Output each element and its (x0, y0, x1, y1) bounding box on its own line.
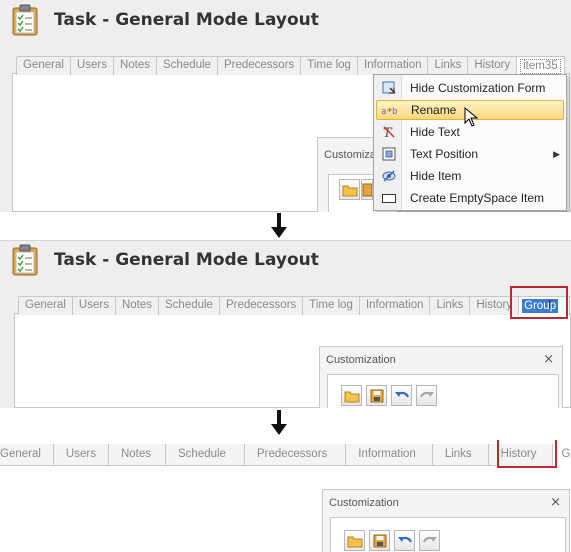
open-folder-button[interactable] (339, 179, 360, 200)
customization-title: Customiza (324, 149, 376, 161)
tab[interactable]: Time log (302, 297, 360, 315)
tab[interactable]: Schedule (158, 297, 220, 315)
hide-item-icon (376, 166, 402, 186)
tab[interactable]: Notes (107, 444, 166, 465)
menu-item-rename[interactable]: ab Rename (376, 100, 564, 127)
customization-toolbar-area (330, 517, 566, 552)
customization-title: Customization (326, 354, 396, 366)
text-position-icon (376, 144, 402, 164)
window-title: Task - General Mode Layout (54, 10, 319, 30)
tab[interactable]: Predecessors (216, 57, 302, 75)
svg-text:b: b (392, 107, 397, 116)
tab[interactable]: Notes (112, 57, 157, 75)
svg-text:a: a (381, 107, 386, 116)
tab[interactable]: Information (345, 444, 433, 465)
clipboard-task-icon (10, 4, 40, 36)
tab[interactable]: Users (69, 57, 114, 75)
tab[interactable]: Links (429, 297, 471, 315)
tab[interactable]: Predecessors (218, 297, 304, 315)
save-button[interactable] (366, 385, 387, 406)
undo-button[interactable] (394, 530, 415, 551)
submenu-arrow-icon: ▶ (553, 148, 560, 159)
title-bar: Task - General Mode Layout (10, 244, 319, 276)
text-cursor-icon: I (548, 297, 552, 312)
context-menu: Hide Customization Form ab Rename T Hide… (373, 74, 567, 211)
customization-window: Customization ⨯ (322, 489, 570, 552)
menu-item-hide-text[interactable]: T Hide Text (376, 122, 564, 142)
tab-label-selected: item35 (520, 59, 561, 74)
menu-item-hide-item[interactable]: Hide Item (376, 166, 564, 186)
open-folder-button[interactable] (341, 385, 362, 406)
tab[interactable]: Information (356, 57, 429, 75)
hide-text-icon: T (376, 122, 402, 142)
open-folder-button[interactable] (344, 530, 365, 551)
tab[interactable]: General (16, 57, 71, 75)
tab[interactable]: History (467, 57, 518, 75)
tab[interactable]: Users (71, 297, 116, 315)
redo-button[interactable] (416, 385, 437, 406)
redo-button[interactable] (419, 530, 440, 551)
customization-title: Customization (329, 497, 399, 509)
menu-item-text-position[interactable]: Text Position ▶ (376, 144, 564, 164)
tab[interactable]: General (18, 297, 73, 315)
tab[interactable]: Predecessors (243, 444, 347, 465)
tab[interactable]: Schedule (165, 444, 245, 465)
window-title: Task - General Mode Layout (54, 250, 319, 270)
save-button[interactable] (369, 530, 390, 551)
customize-form-icon (376, 78, 402, 98)
empty-space-icon (376, 188, 402, 208)
tab[interactable]: Information (358, 297, 431, 315)
tab-underline (0, 465, 498, 466)
tab[interactable]: Time log (300, 57, 358, 75)
tab[interactable]: Links (431, 444, 489, 465)
step-1-panel: Task - General Mode Layout General Users… (0, 0, 571, 212)
step-2-panel: Task - General Mode Layout General Users… (0, 240, 571, 408)
tab[interactable]: Links (427, 57, 469, 75)
tab[interactable]: Notes (114, 297, 159, 315)
step-arrow-icon (271, 410, 287, 441)
highlight-box (510, 286, 568, 319)
clipboard-task-icon (10, 244, 40, 276)
customization-window: Customization ⨯ (319, 346, 563, 408)
tab-item35[interactable]: item35 (516, 57, 565, 75)
tab[interactable]: General (0, 444, 54, 465)
tab[interactable]: Schedule (156, 57, 218, 75)
menu-item-hide-customization-form[interactable]: Hide Customization Form (376, 78, 564, 98)
tab-strip: General Users Notes Schedule Predecessor… (18, 296, 571, 315)
menu-item-create-emptyspace-item[interactable]: Create EmptySpace Item (376, 188, 564, 208)
tab-strip: General Users Notes Schedule Predecessor… (0, 444, 571, 465)
title-bar: Task - General Mode Layout (10, 4, 319, 36)
save-button[interactable] (361, 179, 373, 200)
undo-button[interactable] (391, 385, 412, 406)
close-icon[interactable]: ⨯ (550, 494, 561, 510)
close-icon[interactable]: ⨯ (543, 351, 554, 367)
step-3-panel: General Users Notes Schedule Predecessor… (0, 440, 571, 552)
tab-strip: General Users Notes Schedule Predecessor… (16, 56, 565, 75)
rename-icon: ab (377, 100, 403, 120)
tab[interactable]: Users (52, 444, 109, 465)
highlight-box (497, 440, 557, 468)
